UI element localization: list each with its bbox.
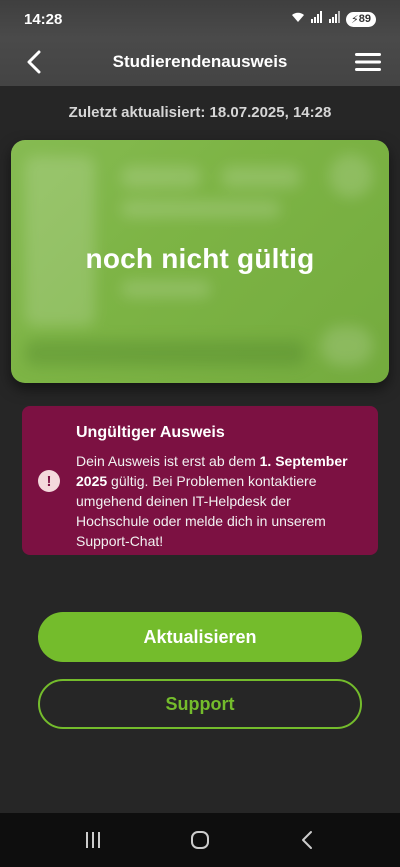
alert-message: Dein Ausweis ist erst ab dem 1. Septembe… [76,451,366,551]
signal-icon-2 [328,10,342,28]
invalid-id-alert: ! Ungültiger Ausweis Dein Ausweis ist er… [22,406,378,555]
last-updated-text: Zuletzt aktualisiert: 18.07.2025, 14:28 [68,104,332,121]
support-button[interactable]: Support [38,679,362,729]
card-status-label: noch nicht gültig [85,243,315,274]
battery-indicator: ⚡ 89 [346,11,376,27]
back-arrow-icon [301,831,312,849]
exclamation-icon: ! [38,470,60,492]
recent-apps-button[interactable] [73,820,113,860]
hamburger-menu-icon [355,53,381,71]
home-button[interactable] [180,820,220,860]
battery-level: 89 [358,13,371,25]
back-nav-button[interactable] [287,820,327,860]
recent-apps-icon [86,832,101,848]
alert-text-prefix: Dein Ausweis ist erst ab dem [76,453,260,469]
system-nav-bar [0,813,400,867]
status-bar: 14:28 ⚡ 89 [0,0,400,38]
student-id-card: noch nicht gültig [11,140,389,383]
status-icons: ⚡ 89 [290,10,376,28]
alert-text-suffix: gültig. Bei Problemen kontaktiere umgehe… [76,473,326,549]
page-title: Studierendenausweis [112,52,288,71]
menu-button[interactable] [352,46,384,78]
app-header: Studierendenausweis [0,38,400,86]
wifi-icon [290,10,306,28]
back-button[interactable] [18,46,50,78]
charging-icon: ⚡ [351,13,359,26]
alert-title: Ungültiger Ausweis [76,424,225,441]
signal-icon [310,10,324,28]
refresh-button[interactable]: Aktualisieren [38,612,362,662]
chevron-left-icon [27,50,41,74]
home-icon [190,831,209,849]
status-time: 14:28 [24,10,63,28]
